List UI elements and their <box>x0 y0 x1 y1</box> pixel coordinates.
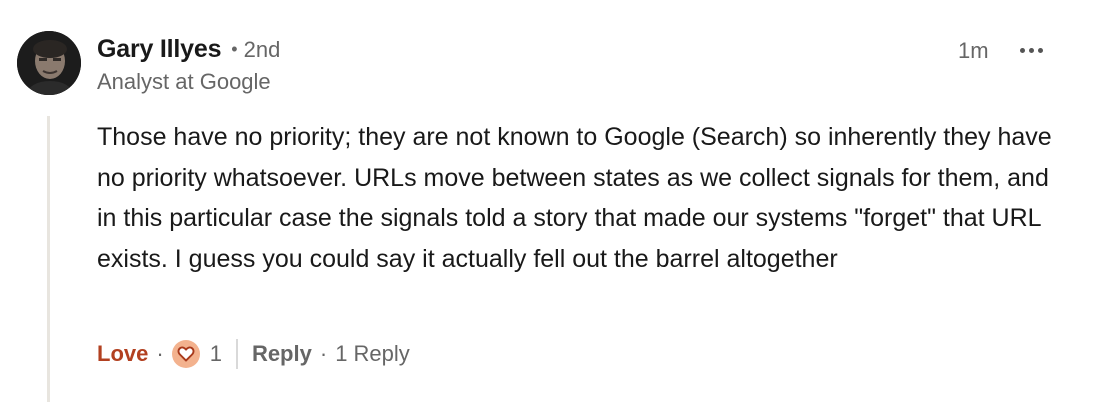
actions-divider <box>235 339 238 369</box>
thread-line <box>47 116 50 402</box>
reply-button[interactable]: Reply <box>252 341 312 367</box>
avatar-image <box>17 31 81 95</box>
reply-count-link[interactable]: 1 Reply <box>335 341 410 367</box>
author-name[interactable]: Gary Illyes <box>97 35 221 64</box>
connection-degree: • 2nd <box>231 37 280 63</box>
comment-actions: Love · 1 Reply · 1 Reply <box>97 336 410 372</box>
separator-dot: · <box>156 341 164 366</box>
love-button[interactable]: Love <box>97 341 148 367</box>
ellipsis-dot <box>1037 47 1043 53</box>
avatar[interactable] <box>17 31 81 95</box>
ellipsis-dot <box>1028 47 1034 53</box>
ellipsis-icon[interactable] <box>1013 38 1049 62</box>
comment-header: Gary Illyes • 2nd Analyst at Google <box>97 35 280 95</box>
heart-icon <box>177 346 195 362</box>
reaction-count[interactable]: 1 <box>210 341 222 367</box>
heart-reaction-icon[interactable] <box>171 340 200 368</box>
degree-label: 2nd <box>243 37 281 62</box>
author-headline: Analyst at Google <box>97 69 271 94</box>
ellipsis-dot <box>1019 47 1025 53</box>
comment-timestamp: 1m <box>958 38 989 63</box>
degree-separator: • <box>231 39 238 59</box>
comment-text: Those have no priority; they are not kno… <box>97 123 1052 273</box>
separator-dot: · <box>319 341 328 366</box>
